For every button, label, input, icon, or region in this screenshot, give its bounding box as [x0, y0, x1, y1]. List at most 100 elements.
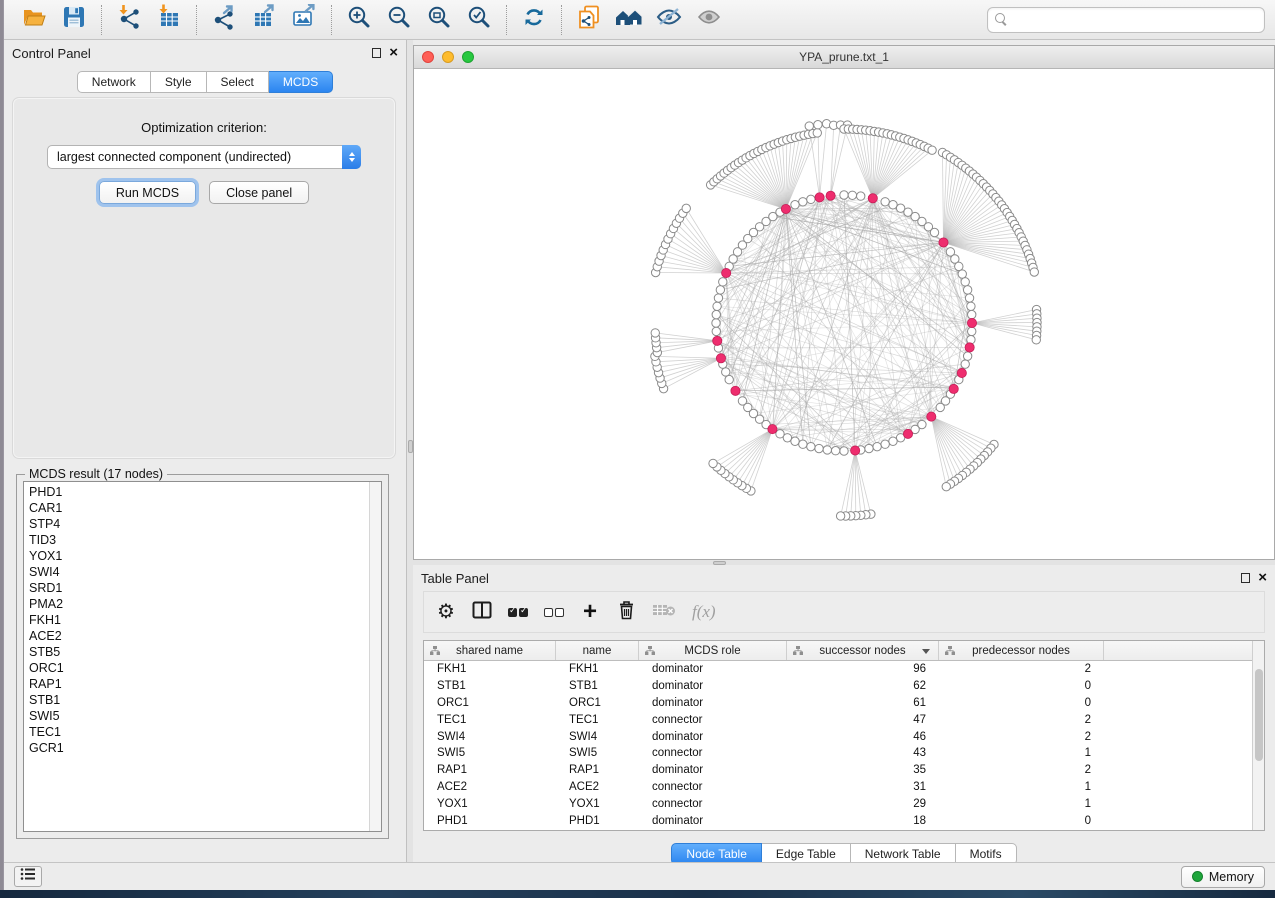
- zoom-fit-button[interactable]: [419, 3, 459, 37]
- cell-predecessor-nodes[interactable]: 2: [939, 714, 1104, 726]
- table-scrollbar-thumb[interactable]: [1255, 669, 1263, 761]
- cell-predecessor-nodes[interactable]: 2: [939, 731, 1104, 743]
- delete-row-button[interactable]: [616, 600, 636, 625]
- cell-MCDS-role[interactable]: dominator: [639, 680, 787, 692]
- function-builder-button[interactable]: f(x): [692, 602, 716, 622]
- graph-hub-node[interactable]: [815, 193, 824, 202]
- show-columns-button[interactable]: [472, 601, 492, 624]
- table-row[interactable]: RAP1RAP1dominator352: [424, 762, 1252, 779]
- graph-node[interactable]: [840, 447, 848, 455]
- cell-shared-name[interactable]: TEC1: [424, 714, 556, 726]
- float-panel-icon[interactable]: [372, 48, 381, 58]
- mcds-result-list[interactable]: PHD1CAR1STP4TID3YOX1SWI4SRD1PMA2FKH1ACE2…: [23, 481, 382, 832]
- cell-MCDS-role[interactable]: connector: [639, 781, 787, 793]
- graph-node[interactable]: [714, 294, 722, 302]
- mcds-result-item[interactable]: FKH1: [29, 612, 368, 628]
- graph-hub-node[interactable]: [939, 238, 948, 247]
- memory-button[interactable]: Memory: [1181, 866, 1265, 888]
- show-hidden-button[interactable]: [689, 3, 729, 37]
- table-row[interactable]: FKH1FKH1dominator962: [424, 661, 1252, 678]
- graph-node[interactable]: [712, 319, 720, 327]
- graph-node[interactable]: [958, 270, 966, 278]
- cell-shared-name[interactable]: PHD1: [424, 815, 556, 827]
- tab-style[interactable]: Style: [151, 71, 207, 93]
- graph-node[interactable]: [799, 198, 807, 206]
- table-row[interactable]: PHD1PHD1dominator180: [424, 812, 1252, 829]
- graph-node[interactable]: [805, 122, 813, 130]
- import-network-button[interactable]: [109, 3, 149, 37]
- cell-name[interactable]: YOX1: [556, 798, 639, 810]
- cell-name[interactable]: RAP1: [556, 764, 639, 776]
- cell-predecessor-nodes[interactable]: 2: [939, 764, 1104, 776]
- select-all-rows-button[interactable]: [508, 608, 528, 617]
- graph-node[interactable]: [965, 294, 973, 302]
- graph-node[interactable]: [873, 442, 881, 450]
- import-table-button[interactable]: [149, 3, 189, 37]
- graph-node[interactable]: [813, 129, 821, 137]
- mcds-result-item[interactable]: TID3: [29, 532, 368, 548]
- cell-name[interactable]: FKH1: [556, 663, 639, 675]
- graph-hub-node[interactable]: [722, 268, 731, 277]
- graph-node[interactable]: [738, 397, 746, 405]
- graph-node[interactable]: [807, 195, 815, 203]
- cell-shared-name[interactable]: ORC1: [424, 697, 556, 709]
- graph-hub-node[interactable]: [949, 384, 958, 393]
- tab-select[interactable]: Select: [207, 71, 269, 93]
- cell-successor-nodes[interactable]: 31: [787, 781, 939, 793]
- zoom-out-button[interactable]: [379, 3, 419, 37]
- graph-hub-node[interactable]: [713, 336, 722, 345]
- mcds-result-item[interactable]: STB5: [29, 644, 368, 660]
- column-header-predecessor-nodes[interactable]: predecessor nodes: [939, 641, 1104, 660]
- close-panel-icon[interactable]: ×: [389, 48, 398, 58]
- refresh-view-button[interactable]: [514, 3, 554, 37]
- graph-node[interactable]: [815, 444, 823, 452]
- delete-table-button[interactable]: [652, 602, 676, 623]
- cell-predecessor-nodes[interactable]: 0: [939, 697, 1104, 709]
- graph-hub-node[interactable]: [965, 343, 974, 352]
- cell-name[interactable]: PHD1: [556, 815, 639, 827]
- cell-predecessor-nodes[interactable]: 0: [939, 815, 1104, 827]
- cell-successor-nodes[interactable]: 29: [787, 798, 939, 810]
- mcds-result-item[interactable]: PHD1: [29, 484, 368, 500]
- cell-predecessor-nodes[interactable]: 0: [939, 680, 1104, 692]
- cell-successor-nodes[interactable]: 61: [787, 697, 939, 709]
- graph-node[interactable]: [807, 442, 815, 450]
- node-table-grid[interactable]: shared namenameMCDS rolesuccessor nodesp…: [424, 641, 1252, 830]
- cell-MCDS-role[interactable]: dominator: [639, 815, 787, 827]
- mcds-result-item[interactable]: SWI4: [29, 564, 368, 580]
- cell-shared-name[interactable]: YOX1: [424, 798, 556, 810]
- graph-node[interactable]: [889, 437, 897, 445]
- cell-successor-nodes[interactable]: 35: [787, 764, 939, 776]
- graph-hub-node[interactable]: [781, 204, 790, 213]
- mcds-result-item[interactable]: SRD1: [29, 580, 368, 596]
- graph-node[interactable]: [963, 352, 971, 360]
- cell-shared-name[interactable]: STB1: [424, 680, 556, 692]
- graph-hub-node[interactable]: [826, 191, 835, 200]
- graph-node[interactable]: [831, 447, 839, 455]
- table-row[interactable]: SWI5SWI5connector431: [424, 745, 1252, 762]
- show-panels-button[interactable]: [14, 866, 42, 887]
- splitter-handle[interactable]: [713, 561, 726, 565]
- graph-hub-node[interactable]: [903, 429, 912, 438]
- table-row[interactable]: STB1STB1dominator620: [424, 678, 1252, 695]
- graph-node[interactable]: [928, 146, 936, 154]
- cell-shared-name[interactable]: ACE2: [424, 781, 556, 793]
- export-table-button[interactable]: [244, 3, 284, 37]
- graph-hub-node[interactable]: [957, 368, 966, 377]
- graph-node[interactable]: [725, 375, 733, 383]
- graph-node[interactable]: [682, 204, 690, 212]
- table-row[interactable]: ACE2ACE2connector311: [424, 779, 1252, 796]
- cell-predecessor-nodes[interactable]: 2: [939, 663, 1104, 675]
- cell-predecessor-nodes[interactable]: 1: [939, 747, 1104, 759]
- cell-MCDS-role[interactable]: dominator: [639, 764, 787, 776]
- graph-hub-node[interactable]: [768, 425, 777, 434]
- network-window-titlebar[interactable]: YPA_prune.txt_1: [414, 46, 1274, 69]
- cell-successor-nodes[interactable]: 46: [787, 731, 939, 743]
- graph-node[interactable]: [881, 198, 889, 206]
- column-header-name[interactable]: name: [556, 641, 639, 660]
- graph-node[interactable]: [961, 278, 969, 286]
- graph-node[interactable]: [823, 446, 831, 454]
- graph-hub-node[interactable]: [716, 354, 725, 363]
- table-row[interactable]: SWI4SWI4dominator462: [424, 728, 1252, 745]
- mcds-result-item[interactable]: STP4: [29, 516, 368, 532]
